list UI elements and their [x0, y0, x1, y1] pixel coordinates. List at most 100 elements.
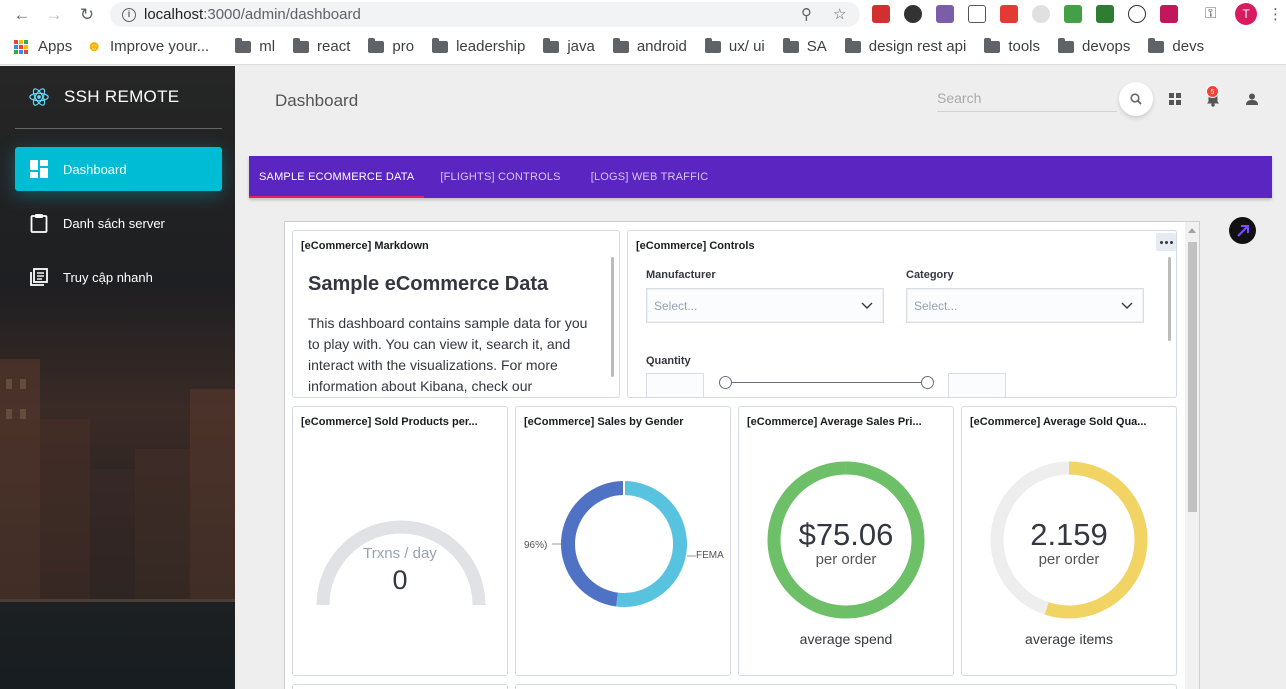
- folder-icon: [235, 37, 252, 53]
- extension-icon-4[interactable]: [968, 5, 986, 23]
- bookmark-label: devops: [1082, 38, 1131, 55]
- extension-icon-2[interactable]: [904, 5, 922, 23]
- scroll-up-arrow-icon[interactable]: [1188, 228, 1196, 233]
- notification-count-badge: 5: [1206, 85, 1219, 98]
- extension-icon-10[interactable]: [1160, 5, 1178, 23]
- extension-icon-7[interactable]: [1064, 5, 1082, 23]
- gauge-unit: per order: [1038, 551, 1100, 568]
- profile-avatar[interactable]: T: [1235, 3, 1257, 25]
- panel-scrollbar[interactable]: [611, 257, 614, 377]
- extension-icon-5[interactable]: [1000, 5, 1018, 23]
- bookmark-folder[interactable]: SA: [782, 37, 827, 55]
- bookmark-folder[interactable]: tools: [984, 37, 1040, 55]
- address-bar[interactable]: i localhost:3000/admin/dashboard: [110, 2, 860, 27]
- avg-sales-price-panel: [eCommerce] Average Sales Pri... $75.06 …: [738, 406, 954, 676]
- category-select[interactable]: Select...: [906, 288, 1144, 323]
- bookmark-folder[interactable]: java: [543, 37, 595, 55]
- tab-logs-web-traffic[interactable]: [LOGS] WEB TRAFFIC: [581, 156, 719, 198]
- manufacturer-select[interactable]: Select...: [646, 288, 884, 323]
- person-icon: ☻: [86, 38, 102, 55]
- url-path: :3000/admin/dashboard: [203, 6, 361, 23]
- extension-icon-9[interactable]: [1128, 5, 1146, 23]
- reload-icon[interactable]: ↻: [72, 0, 102, 29]
- chevron-down-icon: [861, 302, 873, 309]
- sidebar-item-dashboard[interactable]: Dashboard: [15, 147, 222, 191]
- sidebar-item-quick-access[interactable]: Truy cập nhanh: [15, 255, 222, 299]
- panel-options-button[interactable]: [1156, 233, 1176, 251]
- search-field[interactable]: [937, 86, 1117, 112]
- quantity-range-track[interactable]: [726, 382, 928, 383]
- tab-sample-ecommerce[interactable]: SAMPLE ECOMMERCE DATA: [249, 156, 425, 198]
- female-slice-label: FEMA: [696, 550, 724, 561]
- sold-products-panel: [eCommerce] Sold Products per... Trxns /…: [292, 406, 508, 676]
- gauge-caption: average spend: [799, 631, 893, 647]
- user-account-button[interactable]: [1242, 89, 1262, 109]
- bookmark-folder[interactable]: ux/ ui: [704, 37, 765, 55]
- bookmark-label: devs: [1172, 38, 1205, 55]
- bookmark-apps[interactable]: Apps: [14, 38, 72, 55]
- bookmark-improve[interactable]: ☻ Improve your...: [86, 38, 209, 55]
- extension-icon-8[interactable]: [1096, 5, 1114, 23]
- folder-icon: [844, 37, 861, 53]
- brand[interactable]: SSH REMOTE: [28, 86, 179, 108]
- bookmark-star-icon[interactable]: ☆: [833, 5, 846, 23]
- extension-icon-6[interactable]: [1032, 5, 1050, 23]
- panel-partial: [515, 684, 1177, 689]
- markdown-panel: [eCommerce] Markdown Sample eCommerce Da…: [292, 230, 620, 398]
- bookmark-folder[interactable]: ml: [235, 37, 275, 55]
- folder-icon: [543, 37, 560, 53]
- sidebar-item-label: Danh sách server: [63, 215, 165, 231]
- grid-icon: [1169, 93, 1181, 105]
- apps-dashboard-button[interactable]: [1165, 89, 1185, 109]
- zoom-icon[interactable]: ⚲: [801, 5, 812, 23]
- bookmark-folder[interactable]: leadership: [432, 37, 525, 55]
- bookmark-label: android: [636, 38, 687, 55]
- folder-icon: [984, 37, 1001, 53]
- extension-icon-3[interactable]: [936, 5, 954, 23]
- controls-panel: [eCommerce] Controls Manufacturer Select…: [627, 230, 1177, 398]
- key-icon[interactable]: ⚿: [1205, 5, 1216, 22]
- bookmark-folder[interactable]: react: [293, 37, 350, 55]
- female-slice[interactable]: [616, 481, 687, 607]
- folder-icon: [704, 37, 721, 53]
- avg-sold-quantity-panel: [eCommerce] Average Sold Qua... 2.159 pe…: [961, 406, 1177, 676]
- open-external-button[interactable]: [1229, 217, 1256, 244]
- back-icon[interactable]: ←: [7, 0, 37, 29]
- tab-flights-controls[interactable]: [FLIGHTS] CONTROLS: [430, 156, 570, 198]
- brand-name: SSH REMOTE: [64, 87, 180, 106]
- panel-scrollbar[interactable]: [1168, 257, 1171, 341]
- search-icon: [1130, 93, 1142, 105]
- search-input[interactable]: [937, 86, 1117, 110]
- quantity-min-input[interactable]: [646, 373, 704, 397]
- url-host: localhost: [144, 6, 204, 23]
- site-info-icon[interactable]: i: [122, 7, 136, 22]
- quantity-max-handle[interactable]: [921, 376, 934, 389]
- chevron-down-icon: [1121, 302, 1133, 309]
- kibana-dashboard-frame: [eCommerce] Markdown Sample eCommerce Da…: [284, 221, 1200, 689]
- folder-icon: [368, 37, 385, 53]
- bookmark-folder[interactable]: android: [612, 37, 687, 55]
- dashboard-tabs: SAMPLE ECOMMERCE DATA [FLIGHTS] CONTROLS…: [249, 156, 1272, 198]
- library-icon: [29, 267, 49, 287]
- bookmark-label: pro: [392, 38, 415, 55]
- bookmark-label: Improve your...: [110, 38, 210, 55]
- quantity-max-input[interactable]: [948, 373, 1006, 397]
- extension-icon-1[interactable]: [872, 5, 890, 23]
- gauge-value: 2.159: [1030, 517, 1108, 552]
- react-atom-icon: [29, 88, 49, 106]
- dashboard-scroll-thumb[interactable]: [1188, 242, 1197, 512]
- gauge-value: 0: [392, 565, 408, 595]
- quantity-min-handle[interactable]: [719, 376, 732, 389]
- bookmark-label: java: [567, 38, 595, 55]
- menu-kebab-icon[interactable]: ⋮: [1268, 5, 1283, 23]
- bookmark-folder[interactable]: design rest api: [844, 37, 966, 55]
- sidebar-item-label: Dashboard: [63, 161, 127, 177]
- forward-icon[interactable]: →: [39, 0, 69, 29]
- bookmark-folder[interactable]: pro: [368, 37, 415, 55]
- search-button[interactable]: [1119, 82, 1153, 116]
- sidebar-background-image: [0, 359, 235, 689]
- sidebar-item-server-list[interactable]: Danh sách server: [15, 201, 222, 245]
- bookmark-folder[interactable]: devops: [1058, 37, 1131, 55]
- bookmark-folder[interactable]: devs: [1148, 37, 1205, 55]
- male-slice[interactable]: [561, 481, 625, 607]
